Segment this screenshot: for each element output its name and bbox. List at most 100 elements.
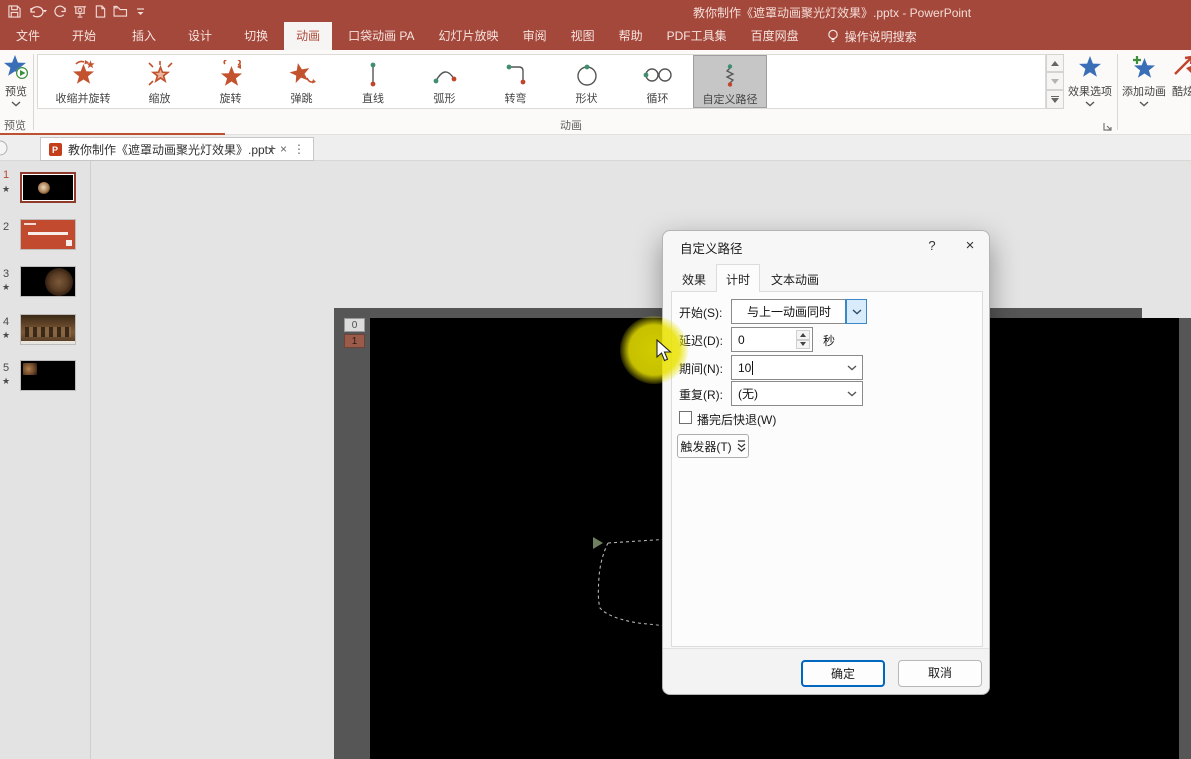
spin-star-icon <box>220 60 242 86</box>
tell-me-label: 操作说明搜索 <box>844 29 917 44</box>
slide-thumbnail-5[interactable] <box>20 360 76 391</box>
duration-value: 10 <box>738 360 752 375</box>
repeat-value: (无) <box>738 387 758 401</box>
open-folder-icon[interactable] <box>110 0 130 22</box>
start-combobox[interactable]: 与上一动画同时 <box>731 299 867 324</box>
chevron-down-icon[interactable] <box>845 299 867 324</box>
chevron-down-icon[interactable] <box>842 382 862 405</box>
dialog-tab-effect[interactable]: 效果 <box>673 269 715 291</box>
gallery-item-label: 旋转 <box>219 93 242 105</box>
gallery-scroll-down-button[interactable] <box>1046 72 1064 90</box>
slide-number: 1 <box>3 169 10 181</box>
spin-down-button[interactable] <box>796 339 810 349</box>
start-slideshow-icon[interactable] <box>70 0 90 22</box>
redo-icon[interactable] <box>50 0 70 22</box>
slide-thumbnail-4[interactable] <box>20 314 76 345</box>
repeat-combobox[interactable]: (无) <box>731 381 863 406</box>
window-title: 教你制作《遮罩动画聚光灯效果》.pptx - PowerPoint <box>693 6 972 20</box>
triggers-label: 触发器(T) <box>680 439 732 454</box>
delay-spinbox[interactable]: 0 <box>731 327 813 352</box>
ribbon-tab-review[interactable]: 审阅 <box>511 22 559 50</box>
title-bar: 教你制作《遮罩动画聚光灯效果》.pptx - PowerPoint <box>0 0 1191 22</box>
preview-star-icon <box>4 55 29 80</box>
ribbon-tab-baidu-pan[interactable]: 百度网盘 <box>739 22 811 50</box>
delay-field-label: 延迟(D): <box>679 334 723 348</box>
new-file-icon[interactable] <box>90 0 110 22</box>
animation-star-icon: ★ <box>2 184 11 194</box>
gallery-item-label: 缩放 <box>148 93 171 105</box>
turn-path-icon <box>506 64 525 85</box>
preview-button[interactable]: 预览 <box>0 54 36 107</box>
cool-animation-button[interactable]: 酷炫 <box>1172 54 1191 99</box>
tell-me-search[interactable]: 操作说明搜索 <box>827 22 917 50</box>
slide-number: 4 <box>3 316 10 328</box>
slide-thumbnail-3[interactable] <box>20 266 76 297</box>
chevron-down-icon <box>1085 101 1095 107</box>
ribbon-tab-home[interactable]: 开始 <box>60 22 108 50</box>
ribbon-tab-insert[interactable]: 插入 <box>120 22 168 50</box>
arc-path-icon <box>433 71 456 84</box>
dialog-tab-timing[interactable]: 计时 <box>716 264 760 292</box>
add-animation-button[interactable]: 添加动画 <box>1120 54 1168 107</box>
chevron-down-icon[interactable] <box>842 356 862 379</box>
document-tab-bar: P 教你制作《遮罩动画聚光灯效果》.pptx × ⋮ + <box>0 135 1191 161</box>
add-animation-star-icon <box>1133 56 1156 78</box>
mouse-cursor <box>656 339 672 362</box>
ribbon-tab-slideshow[interactable]: 幻灯片放映 <box>427 22 511 50</box>
dialog-title: 自定义路径 <box>680 242 743 256</box>
gallery-item-grow-turn[interactable]: 收缩并旋转 <box>42 55 124 108</box>
start-value: 与上一动画同时 <box>746 305 831 319</box>
gallery-item-spin[interactable]: 旋转 <box>195 55 266 108</box>
slide-thumbnail-1[interactable] <box>20 172 76 203</box>
dialog-tab-text-animation[interactable]: 文本动画 <box>762 269 828 291</box>
repeat-field-label: 重复(R): <box>679 388 723 402</box>
gallery-item-label: 形状 <box>575 93 598 105</box>
animation-sequence-badge-1[interactable]: 1 <box>344 334 365 348</box>
undo-icon[interactable] <box>24 0 50 22</box>
animation-dialog-launcher-icon[interactable] <box>1103 122 1112 131</box>
dialog-close-icon[interactable]: × <box>959 236 981 256</box>
gallery-item-zoom[interactable]: 缩放 <box>124 55 195 108</box>
canvas-margin-left <box>334 308 370 759</box>
svg-text:P: P <box>52 145 58 155</box>
gallery-scroll-up-button[interactable] <box>1046 54 1064 72</box>
new-tab-button[interactable]: + <box>262 138 282 158</box>
custom-path-icon <box>725 64 735 87</box>
gallery-item-shape-path[interactable]: 形状 <box>551 55 622 108</box>
delay-spinner <box>796 330 810 349</box>
ribbon-tab-animations[interactable]: 动画 <box>284 22 333 50</box>
tab-more-icon[interactable]: ⋮ <box>293 142 305 156</box>
gallery-item-label: 弹跳 <box>290 93 313 105</box>
gallery-item-loop-path[interactable]: 循环 <box>622 55 693 108</box>
ribbon-tab-design[interactable]: 设计 <box>176 22 224 50</box>
ok-button[interactable]: 确定 <box>801 660 885 687</box>
gallery-item-arc-path[interactable]: 弧形 <box>409 55 480 108</box>
save-icon[interactable] <box>4 0 24 22</box>
tab-bar-sidebar-icon[interactable] <box>0 140 10 156</box>
gallery-item-custom-path[interactable]: 自定义路径 <box>693 55 767 108</box>
start-field-label: 开始(S): <box>679 306 723 320</box>
slide-thumbnail-2[interactable] <box>20 219 76 250</box>
customize-qat-icon[interactable] <box>130 0 150 22</box>
ribbon-tab-view[interactable]: 视图 <box>559 22 607 50</box>
gallery-item-label: 弧形 <box>433 93 456 105</box>
animation-sequence-badge-0[interactable]: 0 <box>344 318 365 332</box>
gallery-more-button[interactable] <box>1046 90 1064 109</box>
duration-combobox[interactable]: 10 <box>731 355 863 380</box>
ribbon-tab-file[interactable]: 文件 <box>4 22 52 50</box>
line-path-icon <box>370 62 376 87</box>
gallery-item-line-path[interactable]: 直线 <box>337 55 409 108</box>
cancel-button[interactable]: 取消 <box>898 660 982 687</box>
ribbon-tab-help[interactable]: 帮助 <box>607 22 655 50</box>
effect-options-button[interactable]: 效果选项 <box>1066 54 1114 107</box>
dialog-help-icon[interactable]: ? <box>921 236 943 256</box>
ribbon-tab-transitions[interactable]: 切换 <box>232 22 280 50</box>
triggers-button[interactable]: 触发器(T) <box>677 434 749 458</box>
ribbon-tab-pocket-animation[interactable]: 口袋动画 PA <box>336 22 426 50</box>
gallery-item-turn-path[interactable]: 转弯 <box>480 55 551 108</box>
gallery-item-label: 循环 <box>646 93 669 105</box>
gallery-item-bounce[interactable]: 弹跳 <box>266 55 337 108</box>
ribbon-tab-pdf-tools[interactable]: PDF工具集 <box>655 22 739 50</box>
spin-up-button[interactable] <box>796 330 810 340</box>
rewind-checkbox[interactable] <box>679 411 692 424</box>
